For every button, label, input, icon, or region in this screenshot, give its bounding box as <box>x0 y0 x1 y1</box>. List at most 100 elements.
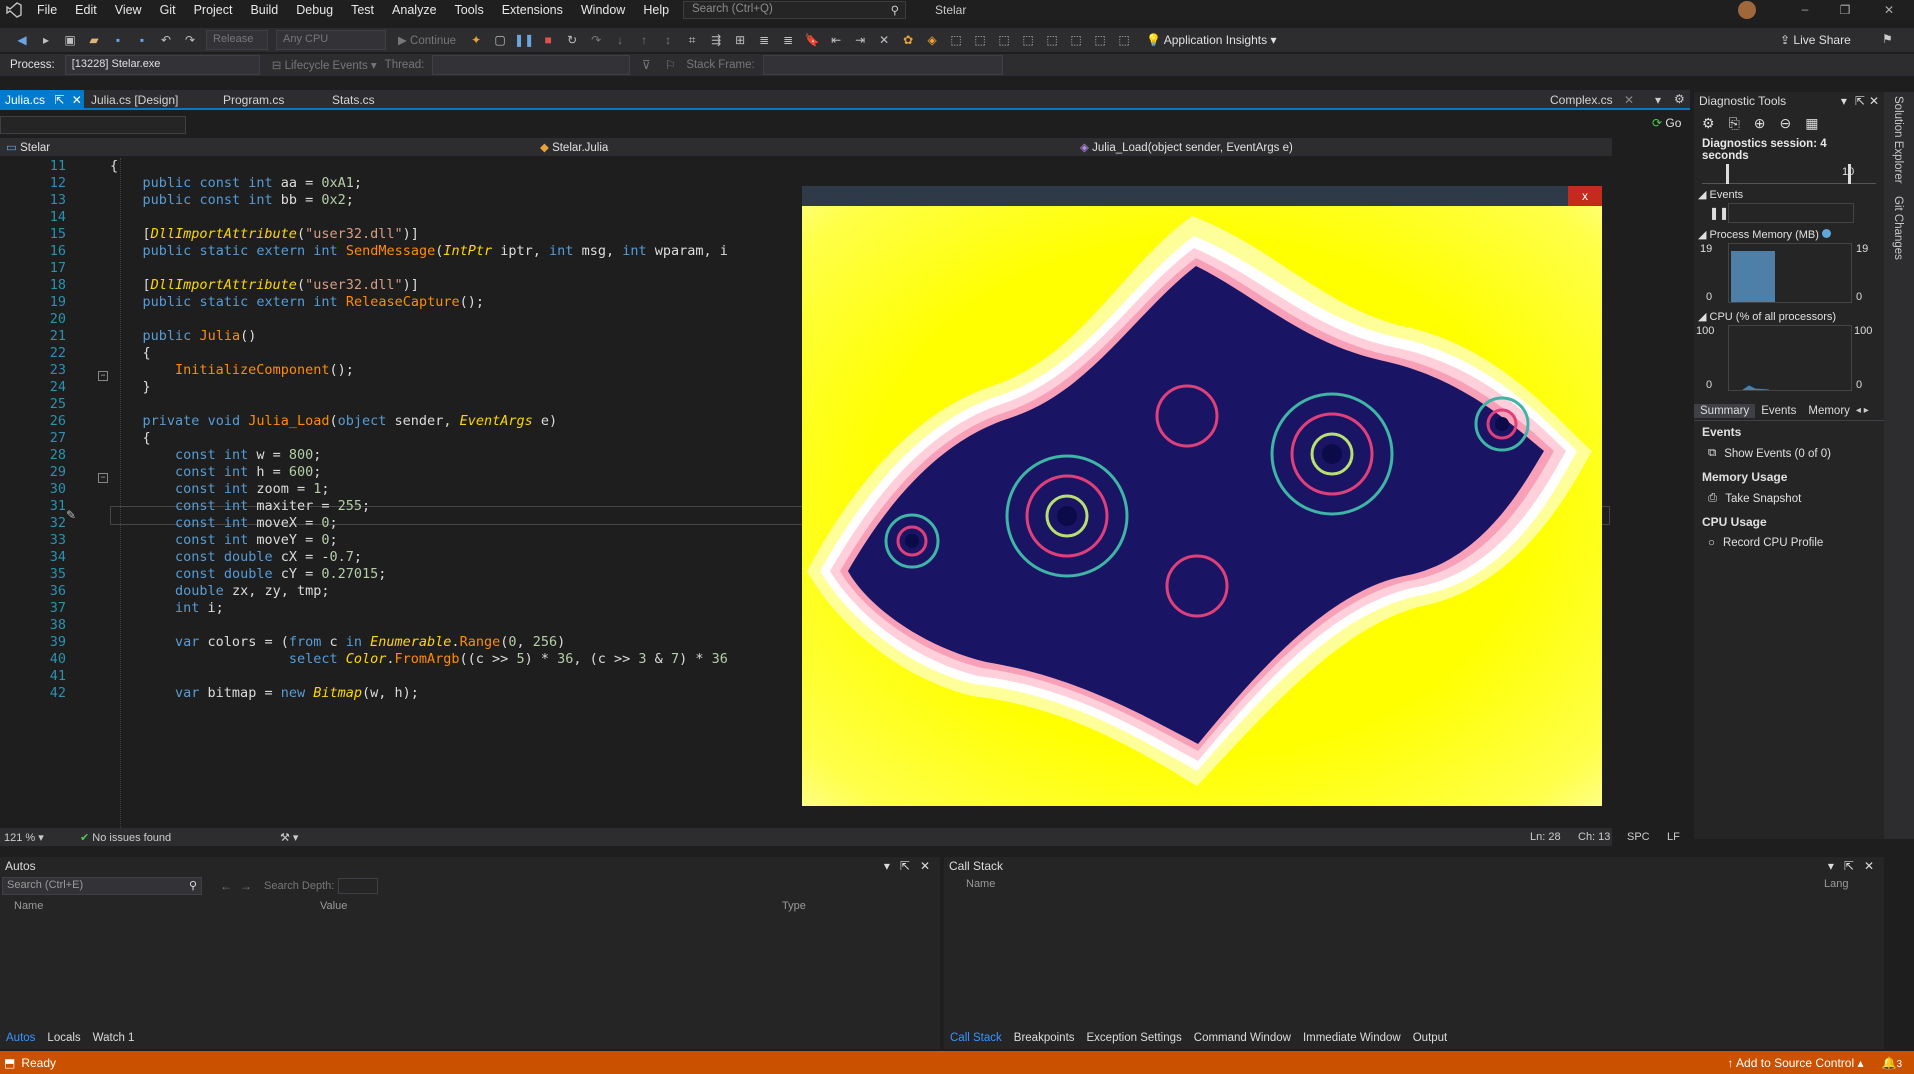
menu-extensions[interactable]: Extensions <box>493 3 572 17</box>
tab-immediate-window[interactable]: Immediate Window <box>1297 1031 1407 1045</box>
bookmark-clear-icon[interactable]: ✕ <box>875 31 893 49</box>
line-indicator[interactable]: Ln: 28 <box>1530 831 1561 843</box>
column-value[interactable]: Value <box>320 900 782 912</box>
brush-icon[interactable]: ⚒ ▾ <box>280 831 298 844</box>
tasks-icon[interactable]: ⊞ <box>731 31 749 49</box>
stack-frame-dropdown[interactable] <box>762 55 1003 75</box>
bookmark-next-icon[interactable]: ⇥ <box>851 31 869 49</box>
screenshot-icon[interactable]: ▢ <box>491 31 509 49</box>
record-cpu-button[interactable]: ○ Record CPU Profile <box>1694 533 1884 553</box>
code-line[interactable]: const int moveX = 0; <box>110 515 338 531</box>
code-line[interactable]: var colors = (from c in Enumerable.Range… <box>110 634 565 650</box>
julia-fractal-window[interactable] <box>802 186 1602 806</box>
platform-dropdown[interactable]: Any CPU <box>276 30 386 50</box>
column-indicator[interactable]: Ch: 13 <box>1578 831 1610 843</box>
memory-graph-header[interactable]: ◢ Process Memory (MB) <box>1694 223 1884 243</box>
tools-icon-4[interactable]: ⬚ <box>971 31 989 49</box>
timeline-start-handle[interactable] <box>1726 164 1729 184</box>
autos-search-input[interactable]: Search (Ctrl+E) ⚲ <box>2 877 202 895</box>
thread-dropdown[interactable] <box>432 55 631 75</box>
tab-scroll-icon[interactable]: ◂ ▸ <box>1856 405 1869 416</box>
tools-icon-6[interactable]: ⬚ <box>1019 31 1037 49</box>
whitespace-indicator[interactable]: SPC <box>1627 831 1650 843</box>
issues-indicator[interactable]: ✔ No issues found <box>80 831 280 844</box>
column-name[interactable]: Name <box>0 900 320 912</box>
search-back-icon[interactable]: ← <box>220 879 232 893</box>
threads-icon[interactable]: ⇶ <box>707 31 725 49</box>
zoom-in-icon[interactable]: ⊕ <box>1754 115 1766 132</box>
configuration-dropdown[interactable]: Release <box>206 30 268 50</box>
vs-logo-icon[interactable] <box>0 2 28 18</box>
zoom-dropdown[interactable]: 121 % ▾ <box>0 831 80 844</box>
open-icon[interactable]: ▰ <box>85 31 103 49</box>
tools-icon-9[interactable]: ⬚ <box>1091 31 1109 49</box>
panel-menu-icon[interactable]: ▾ <box>1828 859 1834 873</box>
undo-icon[interactable]: ↶ <box>157 31 175 49</box>
close-panel-icon[interactable]: ✕ <box>920 859 930 873</box>
tab-autos[interactable]: Autos <box>0 1031 41 1045</box>
forward-icon[interactable]: ▸ <box>37 31 55 49</box>
code-line[interactable]: select Color.FromArgb((c >> 5) * 36, (c … <box>110 651 728 667</box>
tab-julia-design[interactable]: Julia.cs [Design] <box>86 90 183 110</box>
process-dropdown[interactable]: [13228] Stelar.exe <box>64 55 260 75</box>
code-line[interactable]: private void Julia_Load(object sender, E… <box>110 413 558 429</box>
format-left-icon[interactable]: ≣ <box>755 31 773 49</box>
add-to-source-control-button[interactable]: ↑ Add to Source Control ▴ <box>1727 1056 1863 1070</box>
menu-edit[interactable]: Edit <box>66 3 106 17</box>
tab-watch-1[interactable]: Watch 1 <box>87 1031 141 1045</box>
tools-icon-5[interactable]: ⬚ <box>995 31 1013 49</box>
close-window-button[interactable]: ✕ <box>1872 0 1906 20</box>
tab-events[interactable]: Events <box>1755 404 1802 418</box>
menu-git[interactable]: Git <box>151 3 185 17</box>
code-line[interactable]: const int h = 600; <box>110 464 321 480</box>
back-icon[interactable]: ◀ <box>13 31 31 49</box>
lifecycle-events-button[interactable]: ⊟ Lifecycle Events ▾ <box>272 58 377 72</box>
tools-icon-3[interactable]: ⬚ <box>947 31 965 49</box>
reset-view-icon[interactable]: ▦ <box>1805 115 1818 132</box>
events-graph-header[interactable]: ◢ Events <box>1694 184 1884 203</box>
maximize-button[interactable]: ❐ <box>1830 0 1860 20</box>
tools-icon-10[interactable]: ⬚ <box>1115 31 1133 49</box>
scope-dropdown[interactable] <box>0 116 186 134</box>
collapse-marker-constructor[interactable]: − <box>98 371 108 381</box>
code-line[interactable]: { <box>110 345 151 361</box>
code-line[interactable]: int i; <box>110 600 224 616</box>
code-line[interactable]: public static extern int ReleaseCapture(… <box>110 294 484 310</box>
panel-menu-icon[interactable]: ▾ <box>1841 94 1847 108</box>
code-line[interactable]: const double cY = 0.27015; <box>110 566 386 582</box>
column-lang[interactable]: Lang <box>1824 878 1848 890</box>
tools-icon-2[interactable]: ◈ <box>923 31 941 49</box>
stop-debugging-icon[interactable]: ■ <box>539 31 557 49</box>
code-line[interactable]: [DllImportAttribute("user32.dll")] <box>110 277 419 293</box>
pin-icon[interactable]: ⇱ <box>900 859 910 873</box>
timeline-ruler[interactable]: 10 <box>1702 164 1876 184</box>
notifications-button[interactable]: 🔔3 <box>1881 1056 1902 1070</box>
tab-memory[interactable]: Memory <box>1802 404 1856 418</box>
search-depth-dropdown[interactable] <box>338 878 379 894</box>
timeline-end-handle[interactable] <box>1848 164 1851 184</box>
tools-icon-8[interactable]: ⬚ <box>1067 31 1085 49</box>
close-tab-icon[interactable]: ✕ <box>1624 93 1634 107</box>
menu-test[interactable]: Test <box>342 3 383 17</box>
menu-help[interactable]: Help <box>634 3 678 17</box>
step-out-icon[interactable]: ↑ <box>635 31 653 49</box>
tab-list-dropdown-icon[interactable]: ▾ <box>1655 93 1661 107</box>
code-line[interactable]: public const int aa = 0xA1; <box>110 175 363 191</box>
tab-locals[interactable]: Locals <box>41 1031 86 1045</box>
solution-explorer-tab[interactable]: Solution Explorer <box>1892 96 1904 184</box>
tab-summary[interactable]: Summary <box>1694 403 1756 418</box>
close-tab-icon[interactable]: ✕ <box>72 93 82 107</box>
tab-output[interactable]: Output <box>1407 1031 1454 1045</box>
redo-icon[interactable]: ↷ <box>181 31 199 49</box>
zoom-out-icon[interactable]: ⊖ <box>1780 115 1792 132</box>
hex-display-icon[interactable]: ⌗ <box>683 31 701 49</box>
fractal-window-close-button[interactable]: x <box>1568 186 1602 206</box>
tools-icon-1[interactable]: ✿ <box>899 31 917 49</box>
flag-icon[interactable]: ⚐ <box>661 56 679 74</box>
code-line[interactable]: const int zoom = 1; <box>110 481 329 497</box>
step-into-icon[interactable]: ↓ <box>611 31 629 49</box>
break-all-icon[interactable]: ❚❚ <box>514 31 534 49</box>
menu-file[interactable]: File <box>28 3 66 17</box>
global-search-input[interactable]: Search (Ctrl+Q) ⚲ <box>683 1 906 19</box>
fractal-window-titlebar[interactable] <box>802 186 1568 206</box>
